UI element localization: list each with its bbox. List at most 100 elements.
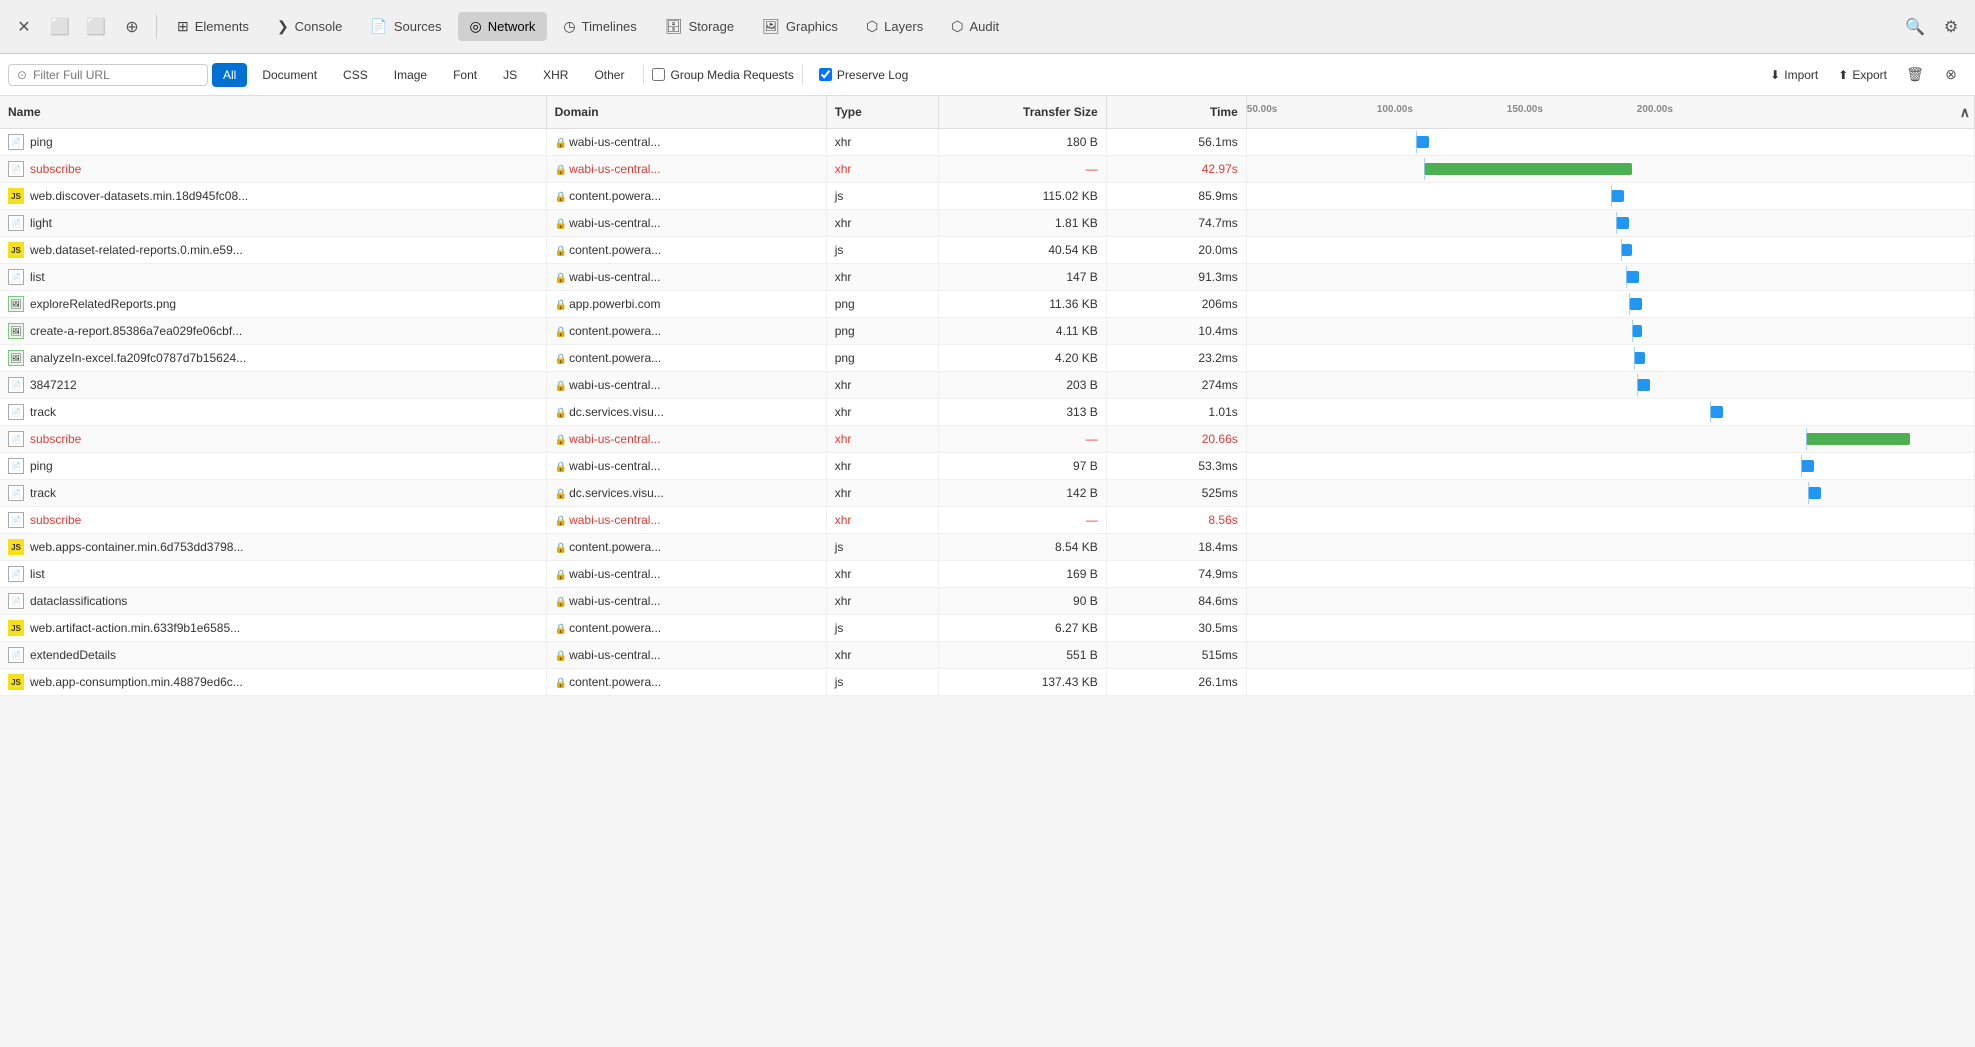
row-name-text: track — [30, 486, 56, 500]
preserve-log-checkbox[interactable] — [819, 68, 832, 81]
domain-text: wabi-us-central... — [569, 648, 660, 662]
table-row[interactable]: 📄 ping 🔒wabi-us-central... xhr 180 B 56.… — [0, 129, 1975, 156]
console-icon: ❯ — [277, 18, 289, 35]
table-row[interactable]: JS web.artifact-action.min.633f9b1e6585.… — [0, 615, 1975, 642]
tab-audit[interactable]: ⬡ Audit — [939, 12, 1011, 41]
group-media-label[interactable]: Group Media Requests — [652, 68, 793, 82]
cell-name: 📄 subscribe — [0, 507, 546, 534]
cell-name: 📄 ping — [0, 129, 546, 156]
settings-button[interactable]: ⚙ — [1935, 11, 1967, 43]
filter-input[interactable] — [33, 68, 199, 82]
timeline-bar-container — [1247, 239, 1767, 261]
tab-network[interactable]: ◎ Network — [458, 12, 548, 41]
row-name-text: ping — [30, 135, 53, 149]
filter-document[interactable]: Document — [251, 63, 328, 87]
row-name-text: light — [30, 216, 52, 230]
group-media-checkbox[interactable] — [652, 68, 665, 81]
filter-css[interactable]: CSS — [332, 63, 379, 87]
table-row[interactable]: 📄 track 🔒dc.services.visu... xhr 142 B 5… — [0, 480, 1975, 507]
table-row[interactable]: 📄 list 🔒wabi-us-central... xhr 169 B 74.… — [0, 561, 1975, 588]
filter2-button[interactable]: ⊗ — [1935, 59, 1967, 91]
search-button[interactable]: 🔍 — [1899, 11, 1931, 43]
tab-storage[interactable]: 🗄 Storage — [653, 12, 746, 41]
split-button[interactable]: ⬜ — [44, 11, 76, 43]
cell-size: 137.43 KB — [938, 669, 1106, 696]
filter-js[interactable]: JS — [492, 63, 528, 87]
cell-time: 42.97s — [1106, 156, 1246, 183]
tab-sources[interactable]: 📄 Sources — [358, 12, 453, 41]
table-row[interactable]: 🖼 create-a-report.85386a7ea029fe06cbf...… — [0, 318, 1975, 345]
table-row[interactable]: 📄 ping 🔒wabi-us-central... xhr 97 B 53.3… — [0, 453, 1975, 480]
cell-name: 📄 extendedDetails — [0, 642, 546, 669]
cell-size: — — [938, 156, 1106, 183]
table-row[interactable]: 🖼 exploreRelatedReports.png 🔒app.powerbi… — [0, 291, 1975, 318]
timeline-bar-container — [1247, 428, 1767, 450]
filter-font[interactable]: Font — [442, 63, 488, 87]
domain-text: wabi-us-central... — [569, 216, 660, 230]
table-row[interactable]: 📄 subscribe 🔒wabi-us-central... xhr — 20… — [0, 426, 1975, 453]
header-time[interactable]: Time — [1106, 96, 1246, 129]
table-row[interactable]: 📄 subscribe 🔒wabi-us-central... xhr — 42… — [0, 156, 1975, 183]
tab-timelines[interactable]: ◷ Timelines — [551, 12, 648, 41]
header-type[interactable]: Type — [826, 96, 938, 129]
filter-icon: ⊙ — [17, 68, 27, 82]
timeline-tick-line — [1626, 266, 1627, 288]
preserve-log-label[interactable]: Preserve Log — [811, 64, 916, 86]
cell-name: 📄 list — [0, 264, 546, 291]
filter-image[interactable]: Image — [383, 63, 438, 87]
table-row[interactable]: 📄 3847212 🔒wabi-us-central... xhr 203 B … — [0, 372, 1975, 399]
network-table: Name Domain Type Transfer Size Time — [0, 96, 1975, 696]
export-button[interactable]: ⬆ Export — [1830, 64, 1895, 86]
tab-layers[interactable]: ⬡ Layers — [854, 12, 935, 41]
img-icon: 🖼 — [8, 350, 24, 366]
collapse-arrow[interactable]: ∧ — [1960, 104, 1970, 121]
cell-domain: 🔒app.powerbi.com — [546, 291, 826, 318]
header-domain[interactable]: Domain — [546, 96, 826, 129]
doc-icon: 📄 — [8, 134, 24, 150]
timelines-icon: ◷ — [563, 18, 575, 35]
table-row[interactable]: 📄 subscribe 🔒wabi-us-central... xhr — 8.… — [0, 507, 1975, 534]
cell-name: 🖼 analyzeIn-excel.fa209fc0787d7b15624... — [0, 345, 546, 372]
table-row[interactable]: 📄 extendedDetails 🔒wabi-us-central... xh… — [0, 642, 1975, 669]
target-button[interactable]: ⊕ — [116, 11, 148, 43]
dock-button[interactable]: ⬜ — [80, 11, 112, 43]
cell-size: 40.54 KB — [938, 237, 1106, 264]
cell-domain: 🔒content.powera... — [546, 318, 826, 345]
row-name-text: subscribe — [30, 513, 81, 527]
table-row[interactable]: JS web.app-consumption.min.48879ed6c... … — [0, 669, 1975, 696]
doc-icon: 📄 — [8, 269, 24, 285]
clear-button[interactable]: 🗑 — [1899, 59, 1931, 91]
timeline-bar — [1801, 460, 1814, 472]
filter-all[interactable]: All — [212, 63, 247, 87]
cell-name: JS web.apps-container.min.6d753dd3798... — [0, 534, 546, 561]
cell-type: xhr — [826, 372, 938, 399]
close-button[interactable]: ✕ — [8, 11, 40, 43]
cell-time: 274ms — [1106, 372, 1246, 399]
tab-graphics[interactable]: 🖼 Graphics — [750, 12, 850, 41]
header-name[interactable]: Name — [0, 96, 546, 129]
table-row[interactable]: 📄 list 🔒wabi-us-central... xhr 147 B 91.… — [0, 264, 1975, 291]
table-row[interactable]: JS web.dataset-related-reports.0.min.e59… — [0, 237, 1975, 264]
table-container[interactable]: Name Domain Type Transfer Size Time — [0, 96, 1975, 1047]
sources-icon: 📄 — [370, 18, 387, 35]
import-button[interactable]: ⬇ Import — [1762, 64, 1826, 86]
timeline-bar-container — [1247, 185, 1767, 207]
table-row[interactable]: 🖼 analyzeIn-excel.fa209fc0787d7b15624...… — [0, 345, 1975, 372]
filter-other[interactable]: Other — [583, 63, 635, 87]
table-row[interactable]: 📄 track 🔒dc.services.visu... xhr 313 B 1… — [0, 399, 1975, 426]
doc-icon: 📄 — [8, 161, 24, 177]
import-icon: ⬇ — [1770, 68, 1780, 82]
tab-console[interactable]: ❯ Console — [265, 12, 354, 41]
timeline-tick-line — [1634, 347, 1635, 369]
table-row[interactable]: 📄 dataclassifications 🔒wabi-us-central..… — [0, 588, 1975, 615]
table-row[interactable]: 📄 light 🔒wabi-us-central... xhr 1.81 KB … — [0, 210, 1975, 237]
table-row[interactable]: JS web.apps-container.min.6d753dd3798...… — [0, 534, 1975, 561]
domain-text: wabi-us-central... — [569, 378, 660, 392]
tab-elements[interactable]: ⊞ Elements — [165, 12, 261, 41]
filter-xhr[interactable]: XHR — [532, 63, 579, 87]
header-size[interactable]: Transfer Size — [938, 96, 1106, 129]
cell-domain: 🔒wabi-us-central... — [546, 561, 826, 588]
domain-text: content.powera... — [569, 675, 661, 689]
cell-timeline — [1246, 588, 1974, 615]
table-row[interactable]: JS web.discover-datasets.min.18d945fc08.… — [0, 183, 1975, 210]
